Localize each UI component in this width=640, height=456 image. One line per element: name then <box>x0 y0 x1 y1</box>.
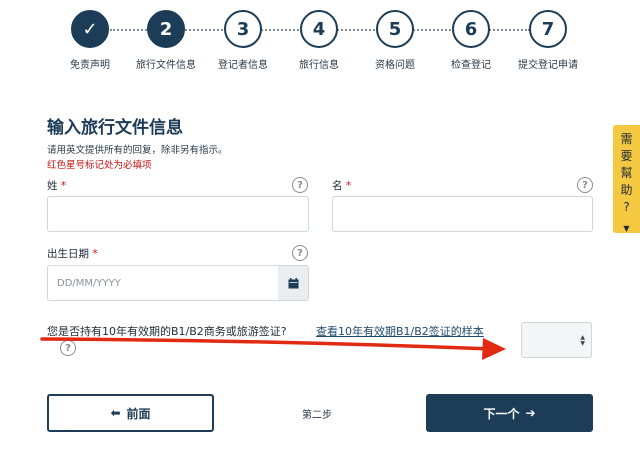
expand-triangle-icon: ▼ <box>623 224 630 233</box>
arrow-left-icon: ⬅ <box>110 406 121 420</box>
previous-button-label: 前面 <box>126 406 151 421</box>
help-tab-char: 要 <box>620 149 633 163</box>
help-tab-char: ? <box>623 200 630 214</box>
next-button[interactable]: 下一个 ➔ <box>426 394 593 432</box>
previous-button[interactable]: ⬅ 前面 <box>47 394 214 432</box>
help-tab-char: 助 <box>620 183 633 197</box>
help-tab[interactable]: 需 要 幫 助 ? ▼ <box>613 125 640 233</box>
next-button-label: 下一个 <box>483 406 520 421</box>
step-indicator: 第二步 <box>302 410 332 421</box>
help-tab-char: 需 <box>620 132 633 146</box>
help-tab-char: 幫 <box>620 166 633 180</box>
annotation-arrow <box>40 337 506 360</box>
arrow-right-icon: ➔ <box>525 406 536 420</box>
